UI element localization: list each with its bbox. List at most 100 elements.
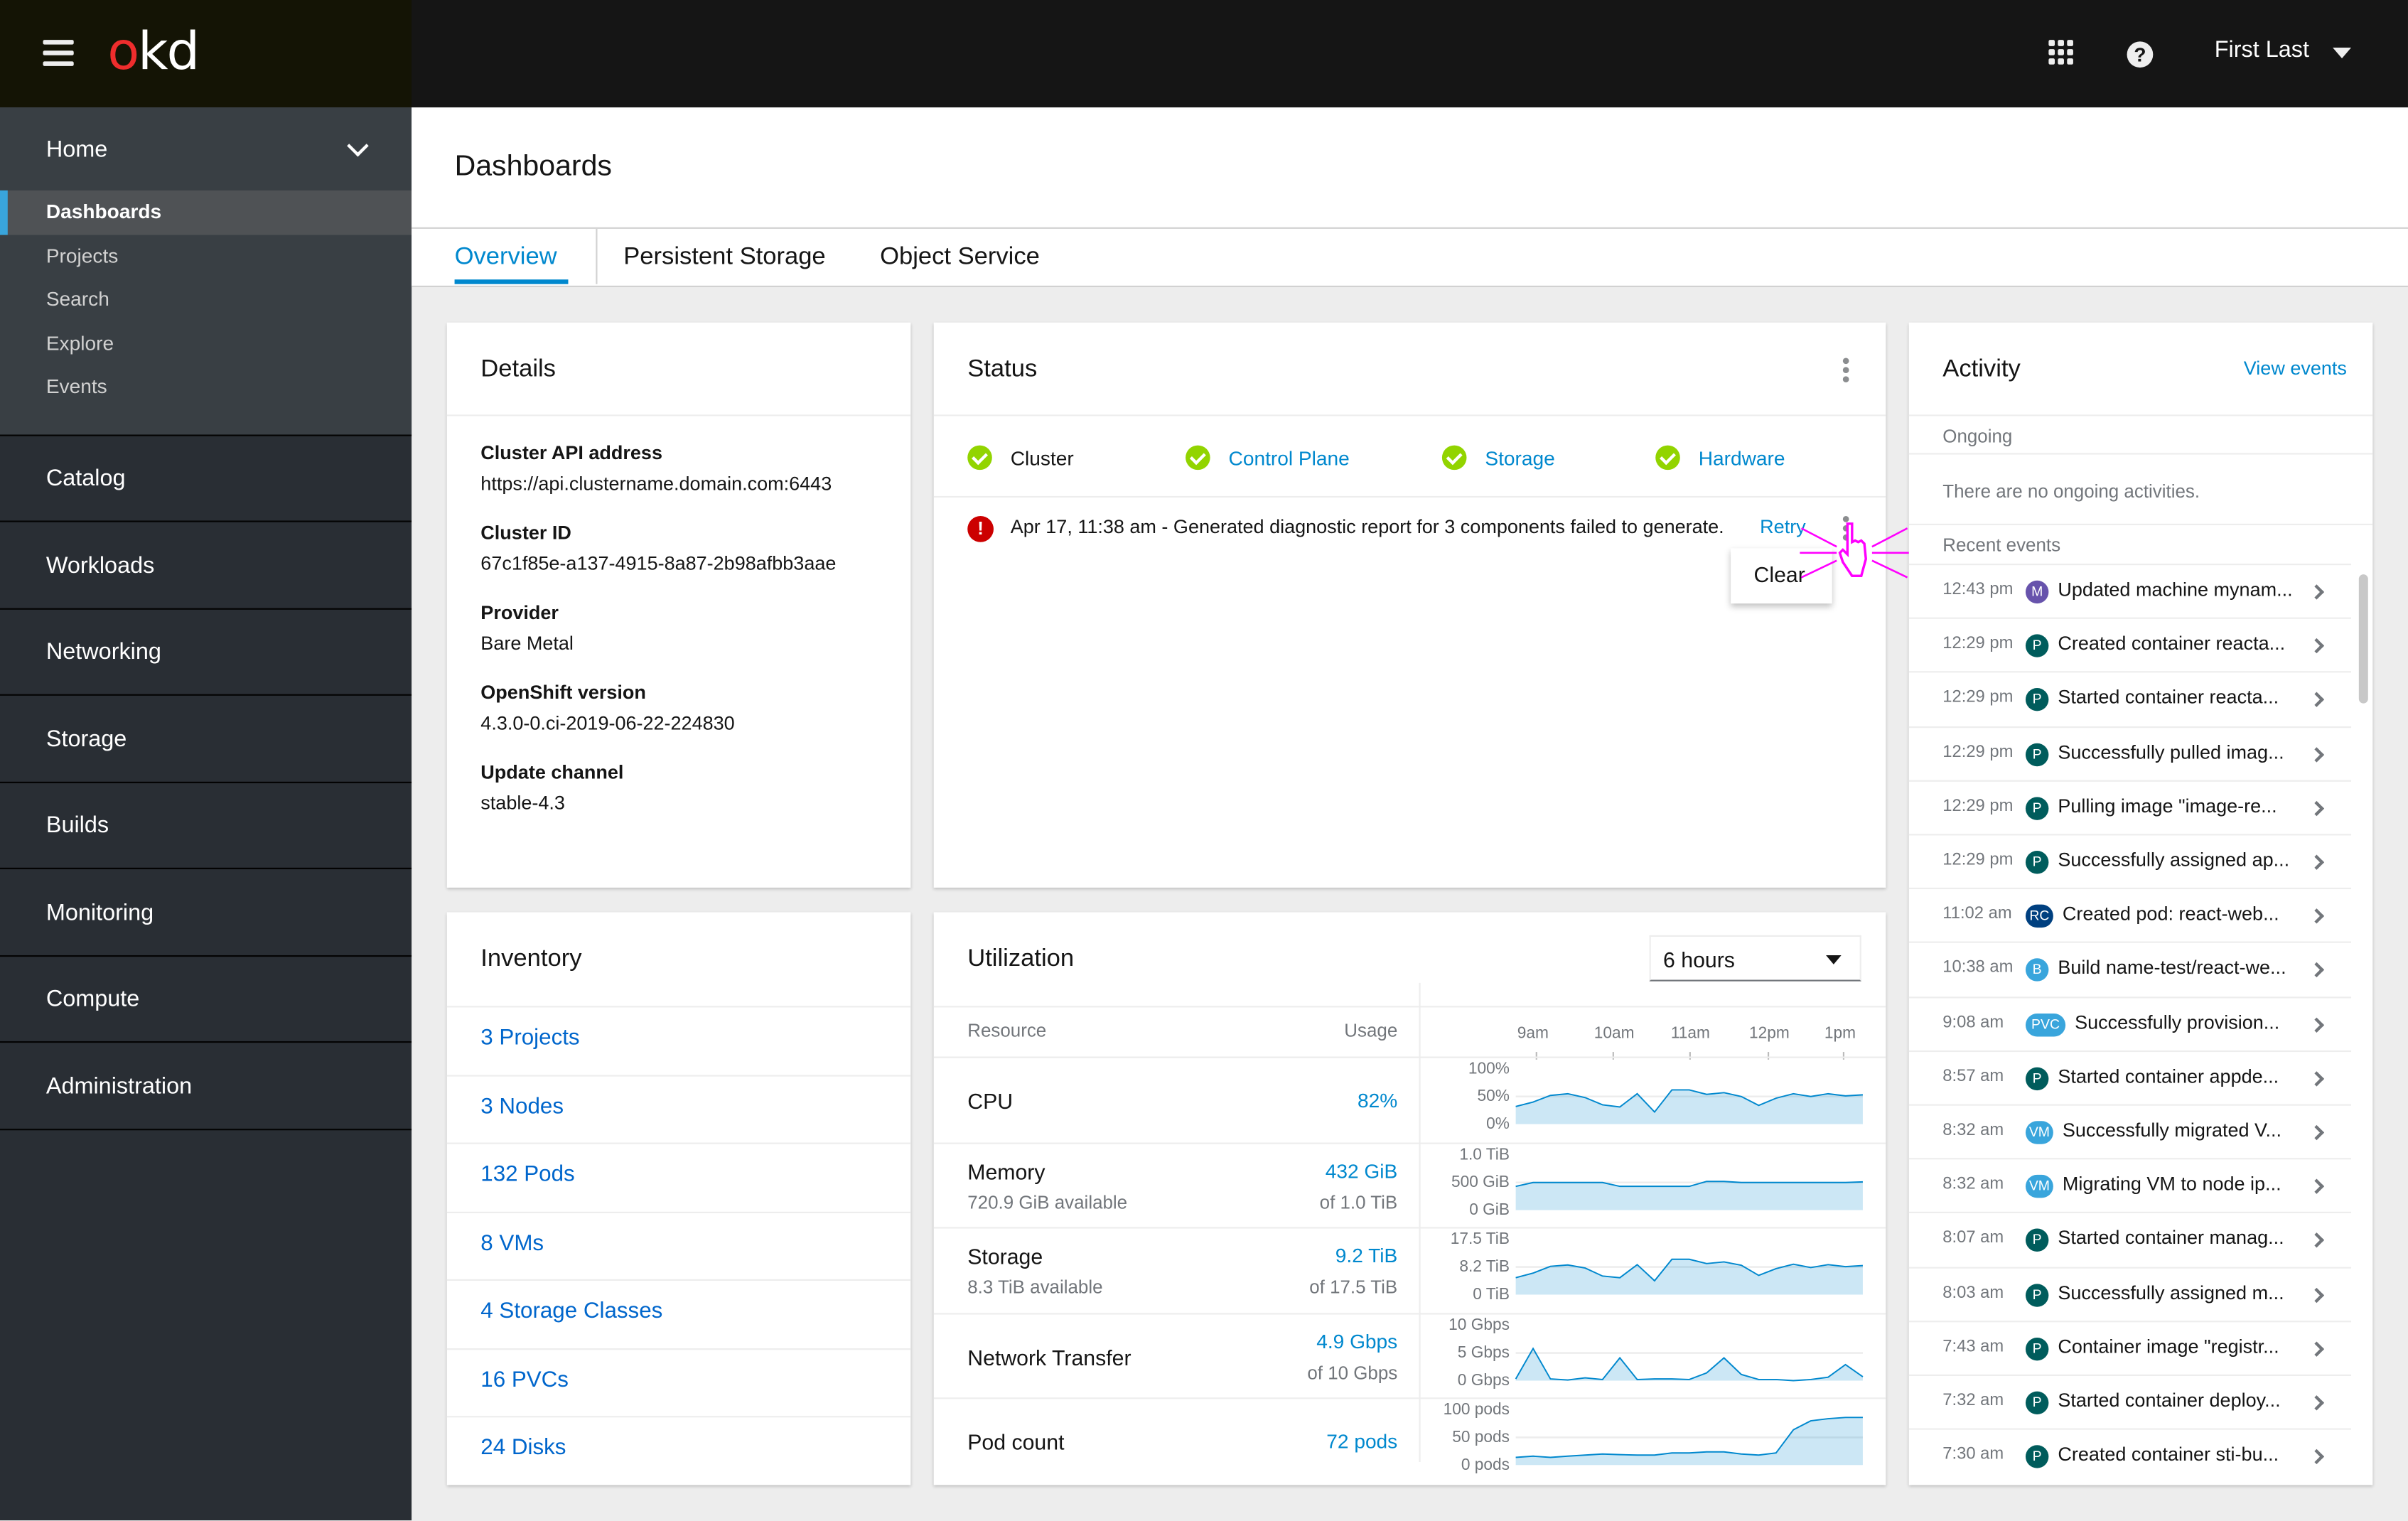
- alert-kebab-menu-icon[interactable]: [1842, 515, 1849, 544]
- tab-overview[interactable]: Overview: [455, 244, 557, 272]
- sidebar-item-networking[interactable]: Networking: [0, 610, 412, 696]
- inventory-link-disks[interactable]: 24 Disks: [480, 1436, 566, 1461]
- event-row[interactable]: 7:32 am P Started container deploy...: [1908, 1374, 2352, 1430]
- hamburger-menu-icon[interactable]: [43, 40, 74, 68]
- chevron-right-icon[interactable]: [2308, 1124, 2325, 1141]
- sidebar-item-compute[interactable]: Compute: [0, 957, 412, 1043]
- event-row[interactable]: 8:03 am P Successfully assigned m...: [1908, 1266, 2352, 1322]
- event-message[interactable]: Successfully assigned m...: [2058, 1281, 2284, 1303]
- event-row[interactable]: 12:29 pm P Created container reacta...: [1908, 618, 2352, 673]
- event-row[interactable]: 10:38 am B Build name-test/react-we...: [1908, 942, 2352, 997]
- event-row[interactable]: 7:43 am P Container image "registr...: [1908, 1320, 2352, 1376]
- inventory-item[interactable]: 4 Storage Classes: [446, 1279, 911, 1348]
- status-storage[interactable]: Storage: [1441, 445, 1555, 471]
- event-row[interactable]: 7:30 am P Created container sti-bu...: [1908, 1428, 2352, 1484]
- inventory-link-pods[interactable]: 132 Pods: [480, 1163, 574, 1188]
- usage-value-link[interactable]: 72 pods: [1326, 1430, 1397, 1453]
- usage-value-link[interactable]: 82%: [1358, 1089, 1397, 1112]
- chevron-right-icon[interactable]: [2308, 1449, 2325, 1465]
- inventory-item[interactable]: 132 Pods: [446, 1142, 911, 1212]
- status-link-control-plane[interactable]: Control Plane: [1229, 446, 1350, 469]
- event-message[interactable]: Started container appde...: [2058, 1065, 2279, 1087]
- inventory-link-vms[interactable]: 8 VMs: [480, 1232, 544, 1257]
- chevron-right-icon[interactable]: [2308, 1232, 2325, 1249]
- chevron-right-icon[interactable]: [2308, 1341, 2325, 1357]
- chevron-right-icon[interactable]: [2308, 1178, 2325, 1195]
- okd-logo[interactable]: okd: [107, 21, 200, 82]
- clear-menu-item[interactable]: Clear: [1754, 562, 1805, 587]
- app-launcher-grid-icon[interactable]: [2048, 40, 2073, 65]
- event-row[interactable]: 8:07 am P Started container manag...: [1908, 1212, 2352, 1268]
- chevron-right-icon[interactable]: [2308, 1070, 2325, 1087]
- status-kebab-menu-icon[interactable]: [1842, 358, 1849, 385]
- inventory-item[interactable]: 3 Nodes: [446, 1075, 911, 1144]
- sidebar-item-catalog[interactable]: Catalog: [0, 436, 412, 522]
- status-hardware[interactable]: Hardware: [1655, 445, 1785, 471]
- chevron-right-icon[interactable]: [2308, 1016, 2325, 1033]
- chevron-right-icon[interactable]: [2308, 962, 2325, 979]
- event-message[interactable]: Successfully provision...: [2075, 1011, 2279, 1033]
- event-row[interactable]: 8:32 am VM Migrating VM to node ip...: [1908, 1158, 2352, 1214]
- sidebar-item-workloads[interactable]: Workloads: [0, 523, 412, 609]
- event-message[interactable]: Successfully pulled imag...: [2058, 741, 2284, 763]
- sidebar-item-search[interactable]: Search: [0, 278, 412, 322]
- sidebar-item-builds[interactable]: Builds: [0, 783, 412, 869]
- event-message[interactable]: Successfully assigned ap...: [2058, 849, 2289, 871]
- event-row[interactable]: 11:02 am RC Created pod: react-web...: [1908, 888, 2352, 943]
- usage-value-link[interactable]: 4.9 Gbps: [1316, 1329, 1397, 1352]
- chevron-right-icon[interactable]: [2308, 908, 2325, 924]
- view-events-link[interactable]: View events: [2244, 358, 2347, 379]
- tab-object-service[interactable]: Object Service: [880, 244, 1040, 272]
- event-row[interactable]: 12:29 pm P Pulling image "image-re...: [1908, 780, 2352, 835]
- inventory-link-projects[interactable]: 3 Projects: [480, 1026, 579, 1050]
- inventory-item[interactable]: 8 VMs: [446, 1211, 911, 1281]
- inventory-link-pvcs[interactable]: 16 PVCs: [480, 1368, 569, 1393]
- chevron-right-icon[interactable]: [2308, 746, 2325, 762]
- inventory-item[interactable]: 16 PVCs: [446, 1348, 911, 1417]
- inventory-link-nodes[interactable]: 3 Nodes: [480, 1095, 564, 1120]
- event-row[interactable]: 12:29 pm P Started container reacta...: [1908, 672, 2352, 727]
- status-control-plane[interactable]: Control Plane: [1186, 445, 1350, 471]
- status-link-storage[interactable]: Storage: [1485, 446, 1554, 469]
- sidebar-item-administration[interactable]: Administration: [0, 1043, 412, 1130]
- event-message[interactable]: Created container sti-bu...: [2058, 1444, 2279, 1465]
- inventory-item[interactable]: 24 Disks: [446, 1416, 911, 1485]
- user-menu-toggle[interactable]: First Last: [2215, 37, 2309, 63]
- inventory-link-storage-classes[interactable]: 4 Storage Classes: [480, 1299, 662, 1324]
- chevron-right-icon[interactable]: [2308, 1286, 2325, 1303]
- event-message[interactable]: Started container manag...: [2058, 1227, 2284, 1249]
- event-message[interactable]: Started container reacta...: [2058, 687, 2279, 709]
- event-message[interactable]: Pulling image "image-re...: [2058, 795, 2277, 817]
- time-range-select[interactable]: 6 hours: [1649, 935, 1861, 982]
- usage-value-link[interactable]: 9.2 TiB: [1335, 1244, 1397, 1267]
- event-message[interactable]: Started container deploy...: [2058, 1390, 2280, 1411]
- event-message[interactable]: Migrating VM to node ip...: [2063, 1173, 2281, 1195]
- event-message[interactable]: Container image "registr...: [2058, 1335, 2279, 1357]
- sidebar-item-home[interactable]: Home: [46, 136, 107, 163]
- chevron-right-icon[interactable]: [2308, 854, 2325, 870]
- event-message[interactable]: Successfully migrated V...: [2063, 1119, 2281, 1141]
- event-message[interactable]: Created pod: react-web...: [2063, 903, 2279, 925]
- chevron-right-icon[interactable]: [2308, 638, 2325, 654]
- chevron-right-icon[interactable]: [2308, 584, 2325, 600]
- chevron-down-icon[interactable]: [347, 134, 369, 157]
- retry-link[interactable]: Retry: [1760, 516, 1806, 537]
- inventory-item[interactable]: 3 Projects: [446, 1006, 911, 1075]
- event-row[interactable]: 12:29 pm P Successfully pulled imag...: [1908, 726, 2352, 781]
- usage-value-link[interactable]: 432 GiB: [1326, 1159, 1398, 1181]
- caret-down-icon[interactable]: [2333, 47, 2352, 59]
- status-link-hardware[interactable]: Hardware: [1699, 446, 1785, 469]
- help-question-icon[interactable]: ?: [2127, 41, 2154, 68]
- event-message[interactable]: Created container reacta...: [2058, 633, 2285, 655]
- event-row[interactable]: 8:57 am P Started container appde...: [1908, 1050, 2352, 1105]
- sidebar-item-storage[interactable]: Storage: [0, 697, 412, 783]
- sidebar-item-dashboards[interactable]: Dashboards: [0, 190, 412, 235]
- event-row[interactable]: 9:08 am PVC Successfully provision...: [1908, 996, 2352, 1051]
- sidebar-item-explore[interactable]: Explore: [0, 322, 412, 366]
- chevron-right-icon[interactable]: [2308, 1395, 2325, 1411]
- tab-persistent-storage[interactable]: Persistent Storage: [623, 244, 825, 272]
- sidebar-item-events[interactable]: Events: [0, 366, 412, 410]
- event-row[interactable]: 8:32 am VM Successfully migrated V...: [1908, 1104, 2352, 1160]
- sidebar-item-monitoring[interactable]: Monitoring: [0, 870, 412, 957]
- events-scrollbar[interactable]: [2358, 574, 2368, 704]
